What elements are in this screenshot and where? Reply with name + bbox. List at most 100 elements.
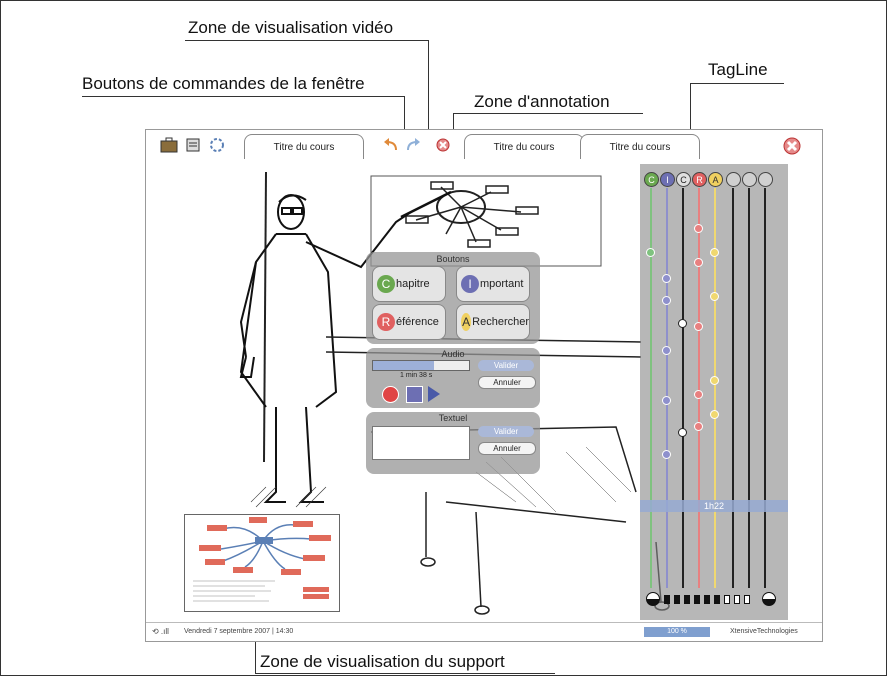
tagline-head-empty[interactable] — [758, 172, 773, 187]
time-marker-label: 1h22 — [703, 501, 725, 511]
undo-icon[interactable] — [382, 136, 400, 154]
tagline-track — [698, 188, 700, 588]
callout-window-buttons: Boutons de commandes de la fenêtre — [82, 74, 365, 93]
tag-marker[interactable] — [662, 346, 671, 355]
tag-marker[interactable] — [694, 224, 703, 233]
briefcase-icon[interactable] — [160, 136, 178, 154]
audio-cancel-button[interactable]: Annuler — [478, 376, 536, 389]
status-icon: ⟲ .ıll — [152, 627, 169, 636]
redo-icon[interactable] — [404, 136, 422, 154]
tag-marker[interactable] — [710, 376, 719, 385]
tab-label: Titre du cours — [273, 141, 335, 153]
record-icon[interactable] — [382, 386, 399, 403]
reference-label: éférence — [396, 316, 439, 328]
list-icon[interactable] — [184, 136, 202, 154]
important-letter: I — [461, 275, 479, 293]
callout-line — [453, 113, 643, 114]
rechercher-button[interactable]: A Rechercher — [456, 304, 530, 340]
tagline-head-c[interactable]: C — [676, 172, 691, 187]
tag-marker[interactable] — [662, 274, 671, 283]
tab-course-2[interactable]: Titre du cours — [464, 134, 584, 159]
tag-marker[interactable] — [710, 248, 719, 257]
callout-support-zone: Zone de visualisation du support — [260, 652, 505, 671]
reference-letter: R — [377, 313, 395, 331]
callout-line — [82, 96, 404, 97]
tag-marker[interactable] — [694, 390, 703, 399]
zoom-level-bar — [744, 595, 750, 604]
play-icon[interactable] — [428, 386, 440, 402]
rechercher-label: Rechercher — [472, 316, 529, 328]
text-validate-button[interactable]: Valider — [478, 426, 534, 437]
reference-button[interactable]: Référence — [372, 304, 446, 340]
zoom-level-bar — [684, 595, 690, 604]
status-bar: ⟲ .ıll Vendredi 7 septembre 2007 | 14:30… — [146, 622, 822, 641]
zoom-level-bar — [724, 595, 730, 604]
close-tab-icon[interactable] — [434, 136, 452, 154]
tag-marker[interactable] — [710, 292, 719, 301]
tagline-head-important[interactable]: I — [660, 172, 675, 187]
audio-panel: Audio 1 min 38 s Valider Annuler — [366, 348, 540, 408]
tag-marker[interactable] — [662, 296, 671, 305]
text-panel: Textuel Valider Annuler — [366, 412, 540, 474]
zoom-level-bar — [704, 595, 710, 604]
tagline-head-empty[interactable] — [742, 172, 757, 187]
zoom-in-icon[interactable] — [762, 592, 776, 606]
callout-video-zone: Zone de visualisation vidéo — [188, 18, 394, 37]
audio-time: 1 min 38 s — [400, 372, 433, 379]
callout-annotation-zone: Zone d'annotation — [474, 92, 610, 111]
tab-label: Titre du cours — [493, 141, 555, 153]
support-preview[interactable] — [184, 514, 340, 612]
tab-label: Titre du cours — [609, 141, 671, 153]
tab-course-3[interactable]: Titre du cours — [580, 134, 700, 159]
zoom-level-bar — [734, 595, 740, 604]
tag-marker[interactable] — [694, 422, 703, 431]
chapitre-label: hapitre — [396, 278, 430, 290]
chapitre-button[interactable]: Chapitre — [372, 266, 446, 302]
tag-marker[interactable] — [662, 396, 671, 405]
tagline-time-marker[interactable]: 1h22 — [640, 500, 788, 512]
tagline-track — [666, 188, 668, 588]
tag-marker[interactable] — [710, 410, 719, 419]
tab-course-1[interactable]: Titre du cours — [244, 134, 364, 159]
tagline-head-empty[interactable] — [726, 172, 741, 187]
tagline-track — [732, 188, 734, 588]
tagline-zoom-control[interactable] — [646, 592, 782, 606]
tag-marker[interactable] — [646, 248, 655, 257]
annotation-text-input[interactable] — [372, 426, 470, 460]
tagline-head-rechercher[interactable]: A — [708, 172, 723, 187]
panel-title: Textuel — [438, 413, 468, 423]
rechercher-letter: A — [461, 313, 472, 331]
stop-icon[interactable] — [406, 386, 423, 403]
zoom-level-bar — [674, 595, 680, 604]
tag-marker[interactable] — [662, 450, 671, 459]
audio-validate-button[interactable]: Valider — [478, 360, 534, 371]
zoom-level-bar — [694, 595, 700, 604]
brand-label: XtensiveTechnologies — [730, 628, 798, 635]
close-window-icon[interactable] — [782, 136, 801, 155]
app-window: Titre du cours Titre du cours Titre du c… — [145, 129, 823, 642]
status-date: Vendredi 7 septembre 2007 | 14:30 — [184, 628, 294, 635]
audio-progress-fill — [373, 361, 435, 370]
callout-tagline: TagLine — [708, 60, 768, 79]
text-cancel-button[interactable]: Annuler — [478, 442, 536, 455]
panel-title: Audio — [441, 349, 465, 359]
tag-marker[interactable] — [694, 322, 703, 331]
important-label: mportant — [480, 278, 524, 290]
important-button[interactable]: Important — [456, 266, 530, 302]
audio-progress-bar — [372, 360, 470, 371]
zoom-out-icon[interactable] — [646, 592, 660, 606]
tag-marker[interactable] — [678, 428, 687, 437]
tagline-track — [748, 188, 750, 588]
tagline-panel[interactable]: C I C R A 1h22 — [640, 164, 788, 620]
tag-marker[interactable] — [678, 319, 687, 328]
tagline-head-reference[interactable]: R — [692, 172, 707, 187]
callout-line — [185, 40, 428, 41]
chapitre-letter: C — [377, 275, 395, 293]
settings-icon[interactable] — [208, 136, 226, 154]
tagline-head-chapitre[interactable]: C — [644, 172, 659, 187]
tagline-track — [682, 188, 684, 588]
zoom-level-badge[interactable]: 100 % — [644, 627, 710, 637]
toolbar: Titre du cours Titre du cours Titre du c… — [146, 130, 822, 162]
callout-line — [255, 673, 555, 674]
tag-marker[interactable] — [694, 258, 703, 267]
